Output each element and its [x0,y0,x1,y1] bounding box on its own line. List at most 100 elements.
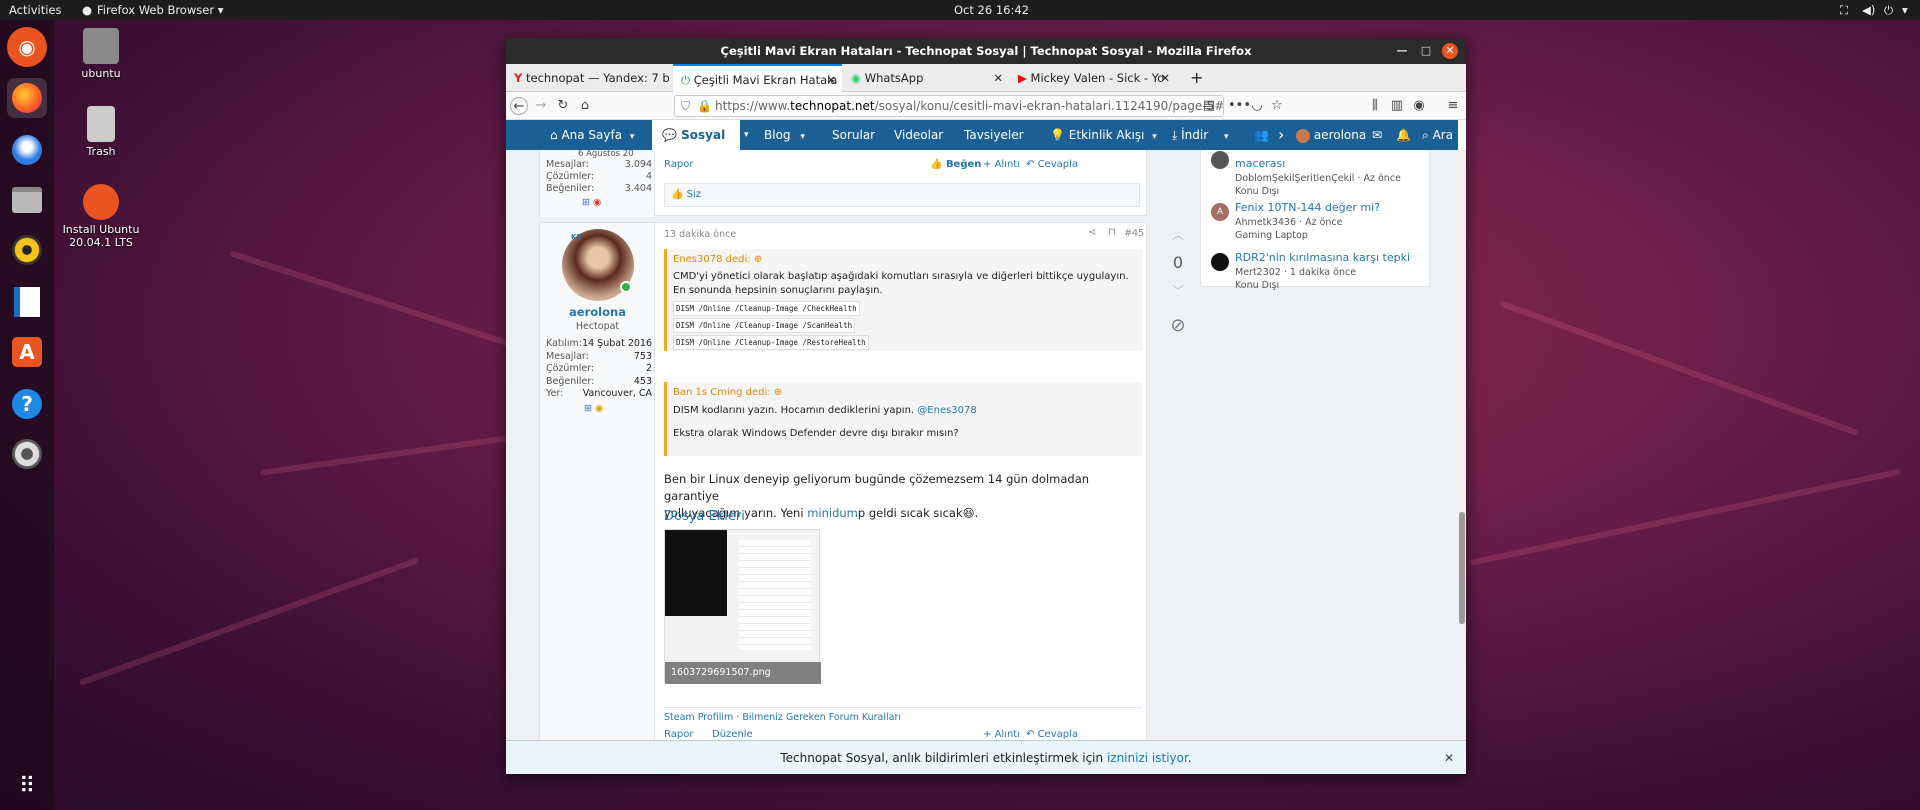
post-username[interactable]: aerolona [540,305,655,319]
nav-scroll-right-icon[interactable]: › [1276,120,1287,150]
rhythmbox-dock-icon[interactable] [7,230,47,270]
report-link[interactable]: Rapor [664,729,693,740]
thread-forum[interactable]: Konu Dışı [1235,280,1411,291]
maximize-icon[interactable]: □ [1418,43,1434,59]
forward-icon[interactable]: → [532,97,550,115]
close-tab-icon[interactable]: ✕ [826,66,836,92]
bell-icon[interactable]: 🔔 [1396,120,1411,150]
firefox-dock-icon[interactable] [7,78,47,118]
power-icon[interactable]: ⏻ [1884,3,1893,18]
tab-yandex[interactable]: Y technopat — Yandex: 7 b [506,64,672,92]
minidump-link[interactable]: minidum [807,506,858,520]
nav-home[interactable]: ⌂ Ana Sayfa ▾ [550,120,634,150]
chevron-down-icon[interactable]: ▾ [744,120,749,150]
stat-value: 453 [633,375,652,387]
prev-report-link[interactable]: Rapor [664,159,693,170]
members-icon[interactable]: 👥 [1254,120,1269,150]
nav-search[interactable]: ⌕ Ara [1422,120,1453,150]
nav-sosyal[interactable]: 💬 Sosyal [652,120,740,150]
sidebar-thread[interactable]: A Fenix 10TN-144 değer mi? Ahmetk3436 · … [1211,201,1411,241]
nav-sorular[interactable]: Sorular [832,120,875,150]
reply-button[interactable]: ↶ Cevapla [1026,729,1078,740]
hamburger-menu-icon[interactable]: ≡ [1444,97,1462,115]
sidebar-thread[interactable]: macerası DoblomŞekilŞeritlenÇekil · Az ö… [1211,150,1411,197]
nav-etkinlik[interactable]: 💡 Etkinlik Akışı ▾ [1050,120,1157,150]
help-dock-icon[interactable]: ? [7,384,47,424]
scrollbar-thumb[interactable] [1459,512,1465,624]
activities-button[interactable]: Activities [9,3,61,17]
url-bar[interactable]: ⛉ 🔒 https://www.technopat.net/sosyal/kon… [674,95,1224,117]
close-tab-icon[interactable]: ✕ [993,64,1003,92]
nav-indir[interactable]: ⤓ İndir ▾ [1172,120,1229,150]
software-dock-icon[interactable]: A [7,332,47,372]
thread-forum[interactable]: Konu Dışı [1235,186,1411,197]
tab-technopat[interactable]: ⏻ Çeşitli Mavi Ekran Hatala ✕ [673,64,842,92]
thunderbird-dock-icon[interactable] [7,130,47,170]
quote-author[interactable]: Ban 1s Cming dedi: ⊕ [667,382,1142,403]
like-button[interactable]: 👍 Beğen [930,159,981,170]
tab-whatsapp[interactable]: ◉ WhatsApp ✕ [843,64,1009,92]
sidebar-thread[interactable]: RDR2'nin kırılmasına karşı tepki Mert230… [1211,251,1411,291]
pocket-icon[interactable]: ◡ [1248,97,1266,115]
account-icon[interactable]: ◉ [1410,97,1428,115]
nav-user[interactable]: aerolona [1296,120,1366,150]
upvote-icon[interactable]: ︿ [1160,226,1196,243]
library-icon[interactable]: ⫼ [1366,97,1384,115]
quote-button[interactable]: + Alıntı [983,729,1020,740]
files-dock-icon[interactable] [7,180,47,220]
thread-title[interactable]: RDR2'nin kırılmasına karşı tepki [1235,251,1411,264]
tab-youtube[interactable]: ▶ Mickey Valen - Sick - Yo ✕ [1010,64,1176,92]
mark-solution-icon[interactable]: ⊘ [1160,315,1196,336]
nav-tavsiyeler[interactable]: Tavsiyeler [964,120,1024,150]
install-ubuntu-desktop-icon[interactable]: Install Ubuntu 20.04.1 LTS [56,184,146,249]
quote-author[interactable]: Enes3078 dedi: ⊕ [667,249,1142,270]
trash-desktop-icon[interactable]: Trash [56,106,146,158]
writer-dock-icon[interactable] [7,282,47,322]
edit-link[interactable]: Düzenle [712,729,753,740]
notification-permission-link[interactable]: izninizi istiyor [1107,751,1188,765]
page-scrollbar[interactable] [1458,150,1466,740]
close-notification-icon[interactable]: ✕ [1444,741,1454,775]
stat-value: 3.094 [624,159,652,170]
volume-icon[interactable]: ◀) [1862,3,1875,17]
code-command: DISM /Online /Cleanup-Image /CheckHealth [673,301,860,316]
new-tab-button[interactable]: + [1182,64,1202,92]
thread-title[interactable]: macerası [1235,157,1411,170]
post-number[interactable]: #45 [1124,228,1144,239]
home-folder-desktop-icon[interactable]: ubuntu [56,28,146,80]
share-icon[interactable]: ⋖ [1088,227,1096,238]
mention-link[interactable]: @Enes3078 [917,405,976,416]
network-icon[interactable]: ⛶ [1840,3,1848,18]
tab-label: technopat — Yandex: 7 b [525,71,670,85]
system-menu-arrow-icon[interactable]: ▾ [1902,3,1908,17]
back-icon[interactable]: ← [510,97,528,115]
ubuntu-installer-dock-icon[interactable]: ◉ [7,27,47,67]
close-window-icon[interactable]: ✕ [1442,43,1458,59]
close-tab-icon[interactable]: ✕ [1160,64,1170,92]
reply-button[interactable]: ↶ Cevapla [1026,159,1078,170]
post-time[interactable]: 13 dakika önce [664,229,736,240]
downvote-icon[interactable]: ﹀ [1160,282,1196,299]
app-menu[interactable]: Firefox Web Browser ▾ [97,3,223,17]
sidebar-icon[interactable]: ▥ [1388,97,1406,115]
home-icon[interactable]: ⌂ [576,97,594,115]
clock[interactable]: Oct 26 16:42 [954,3,1029,17]
nav-videolar[interactable]: Videolar [894,120,943,150]
bookmark-icon[interactable]: ⊓ [1108,227,1116,238]
show-applications-icon[interactable]: ⠿ [7,766,47,806]
tab-label: WhatsApp [864,71,924,85]
quote-button[interactable]: + Alıntı [983,159,1020,170]
likes-by-link[interactable]: Siz [687,189,701,200]
nav-blog[interactable]: Blog ▾ [764,120,805,150]
inbox-icon[interactable]: ✉ [1372,120,1382,150]
attachment-thumbnail[interactable]: 1603729691507.png [664,529,821,684]
signature[interactable]: Steam Profilim · Bilmeniz Gereken Forum … [664,707,1142,723]
minimize-icon[interactable]: — [1394,43,1410,59]
thread-title[interactable]: Fenix 10TN-144 değer mi? [1235,201,1411,214]
settings-dock-icon[interactable] [7,434,47,474]
reload-icon[interactable]: ↻ [554,97,572,115]
reader-view-icon[interactable]: ▤ [1200,97,1218,115]
thread-forum[interactable]: Gaming Laptop [1235,230,1411,241]
page-actions-icon[interactable]: ••• [1228,97,1251,115]
bookmark-star-icon[interactable]: ☆ [1268,97,1286,115]
